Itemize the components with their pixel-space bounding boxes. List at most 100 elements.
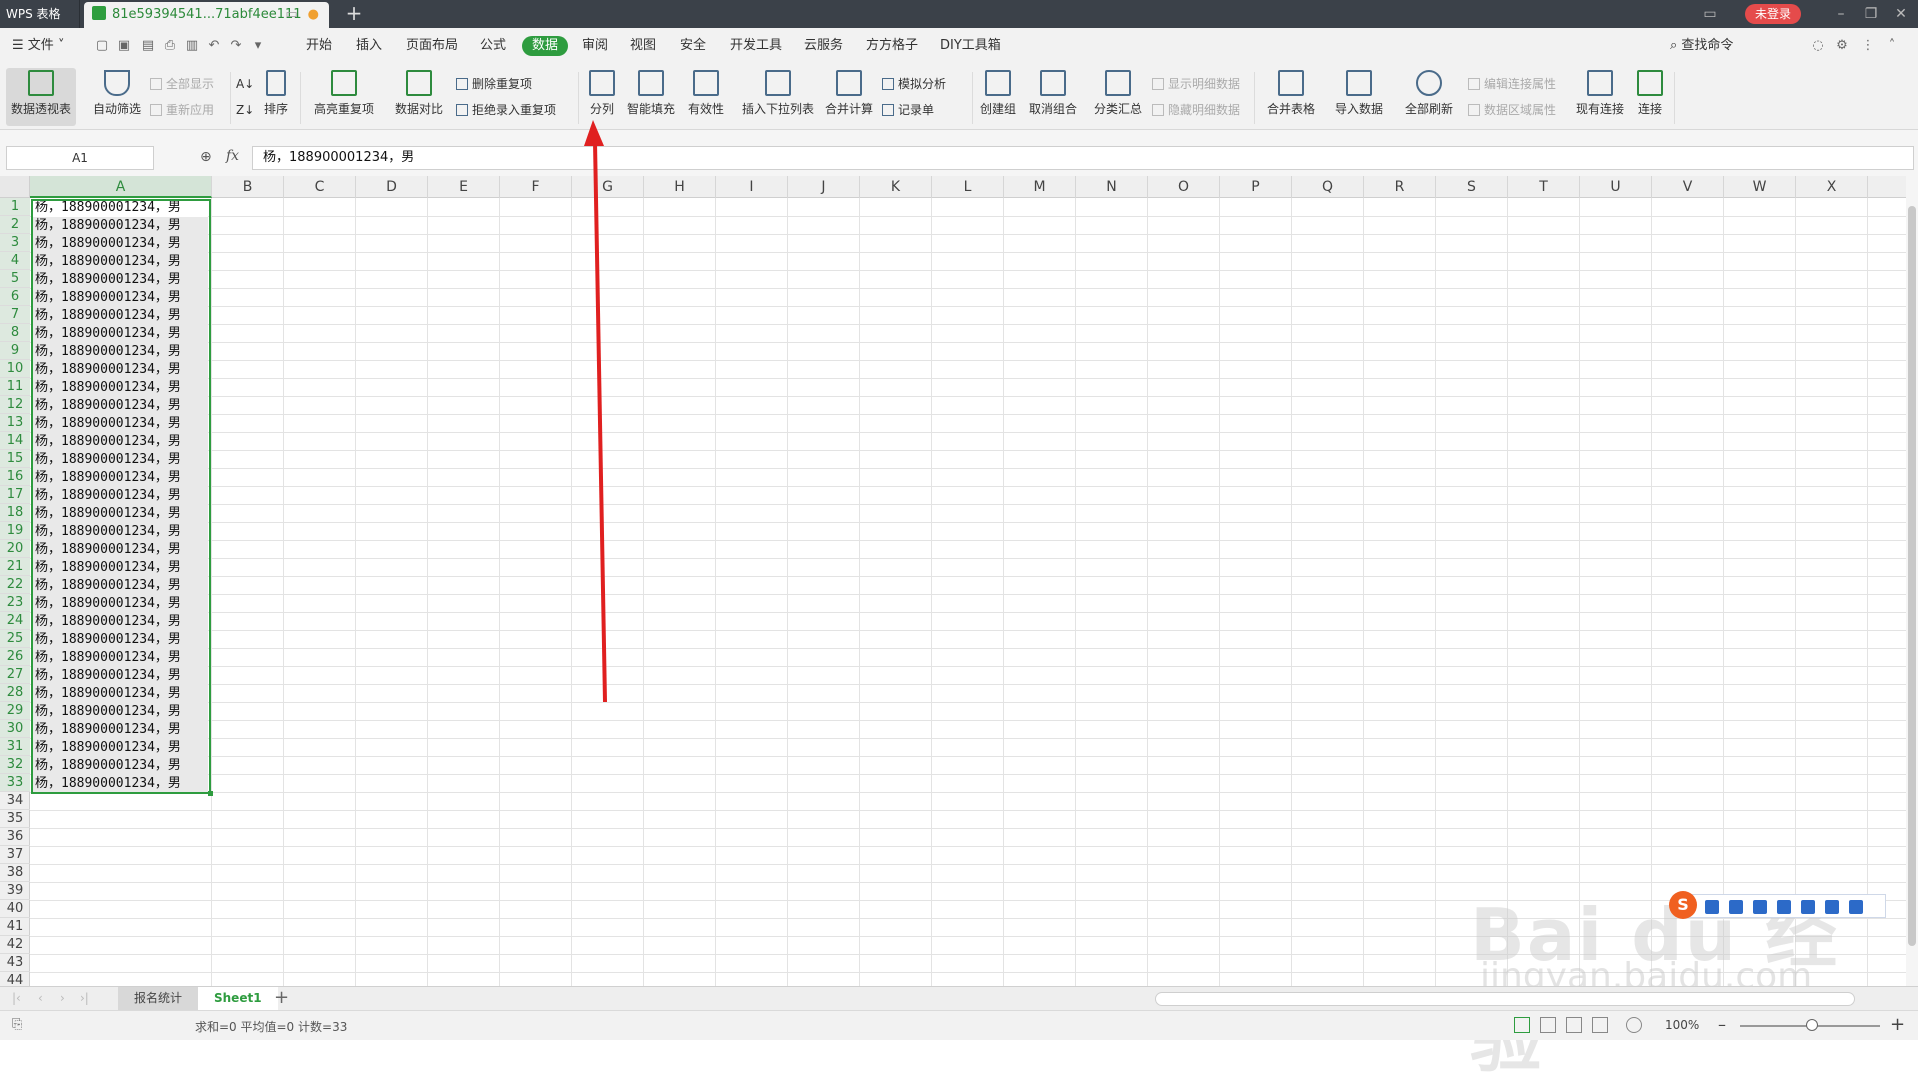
cell-a27[interactable]: 杨，188900001234，男 (32, 667, 208, 685)
menu-data[interactable]: 数据 (522, 36, 569, 56)
import-data-button[interactable]: 导入数据 (1328, 68, 1390, 126)
cell-a5[interactable]: 杨，188900001234，男 (32, 271, 208, 289)
last-sheet-icon[interactable]: ›| (80, 991, 89, 1005)
page-layout-view-icon[interactable] (1540, 1017, 1556, 1033)
reapply-button[interactable]: 重新应用 (150, 100, 214, 120)
ime-tools-icon[interactable] (1849, 900, 1863, 914)
pivot-table-button[interactable]: 数据透视表 (6, 68, 76, 126)
ime-mic-icon[interactable] (1753, 900, 1767, 914)
row-header[interactable]: 10 (0, 360, 30, 378)
row-header[interactable]: 5 (0, 270, 30, 288)
column-header-j[interactable]: J (788, 176, 860, 198)
menu-developer[interactable]: 开发工具 (724, 36, 788, 56)
column-header-n[interactable]: N (1076, 176, 1148, 198)
column-header-f[interactable]: F (500, 176, 572, 198)
next-sheet-icon[interactable]: › (60, 991, 65, 1005)
ime-chinese-icon[interactable] (1705, 900, 1719, 914)
column-header-b[interactable]: B (212, 176, 284, 198)
record-form-button[interactable]: 记录单 (882, 100, 934, 120)
file-menu[interactable]: ☰ 文件 ˅ (6, 36, 70, 56)
cell-a17[interactable]: 杨，188900001234，男 (32, 487, 208, 505)
cell-a31[interactable]: 杨，188900001234，男 (32, 739, 208, 757)
document-tab[interactable]: 81e59394541...71abf4ee111 ▭ ● (84, 2, 329, 28)
cell-a4[interactable]: 杨，188900001234，男 (32, 253, 208, 271)
command-search[interactable]: ⌕ 查找命令 (1664, 36, 1739, 56)
app-tab[interactable]: WPS 表格 (0, 0, 80, 28)
export-pdf-icon[interactable]: ▤ (140, 38, 156, 54)
row-header[interactable]: 11 (0, 378, 30, 396)
column-header-d[interactable]: D (356, 176, 428, 198)
row-header[interactable]: 22 (0, 576, 30, 594)
column-header-q[interactable]: Q (1292, 176, 1364, 198)
cell-a22[interactable]: 杨，188900001234，男 (32, 577, 208, 595)
vertical-scroll-thumb[interactable] (1908, 206, 1916, 946)
monitor-icon[interactable]: ▭ (285, 7, 297, 22)
show-detail-button[interactable]: 显示明细数据 (1152, 74, 1240, 94)
cell-a28[interactable]: 杨，188900001234，男 (32, 685, 208, 703)
undo-icon[interactable]: ↶ (206, 38, 222, 54)
row-header[interactable]: 28 (0, 684, 30, 702)
merge-tables-button[interactable]: 合并表格 (1260, 68, 1322, 126)
row-header[interactable]: 12 (0, 396, 30, 414)
select-all-corner[interactable] (0, 176, 30, 198)
cell-a6[interactable]: 杨，188900001234，男 (32, 289, 208, 307)
data-range-button[interactable]: 数据区域属性 (1468, 100, 1556, 120)
print-preview-icon[interactable]: ▥ (184, 38, 200, 54)
menu-diy-toolbox[interactable]: DIY工具箱 (934, 36, 1007, 56)
first-sheet-icon[interactable]: |‹ (12, 991, 21, 1005)
sheet-tab-baoming[interactable]: 报名统计 (118, 987, 199, 1010)
cell-a21[interactable]: 杨，188900001234，男 (32, 559, 208, 577)
row-header[interactable]: 40 (0, 900, 30, 918)
row-header[interactable]: 7 (0, 306, 30, 324)
column-header-o[interactable]: O (1148, 176, 1220, 198)
save-icon[interactable]: ▣ (116, 38, 132, 54)
validity-button[interactable]: 有效性 (682, 68, 730, 126)
zoom-level[interactable]: 100% (1665, 1018, 1699, 1032)
cell-a25[interactable]: 杨，188900001234，男 (32, 631, 208, 649)
menu-home[interactable]: 开始 (300, 36, 338, 56)
column-header-w[interactable]: W (1724, 176, 1796, 198)
menu-security[interactable]: 安全 (674, 36, 712, 56)
redo-icon[interactable]: ↷ (228, 38, 244, 54)
row-header[interactable]: 44 (0, 972, 30, 986)
column-header-g[interactable]: G (572, 176, 644, 198)
column-header-p[interactable]: P (1220, 176, 1292, 198)
column-header-r[interactable]: R (1364, 176, 1436, 198)
row-header[interactable]: 35 (0, 810, 30, 828)
cell-a24[interactable]: 杨，188900001234，男 (32, 613, 208, 631)
cell-a26[interactable]: 杨，188900001234，男 (32, 649, 208, 667)
insert-dropdown-button[interactable]: 插入下拉列表 (738, 68, 818, 126)
minimize-icon[interactable]: – (1826, 0, 1856, 28)
row-header[interactable]: 38 (0, 864, 30, 882)
row-header[interactable]: 32 (0, 756, 30, 774)
row-header[interactable]: 25 (0, 630, 30, 648)
menu-view[interactable]: 视图 (624, 36, 662, 56)
column-header-s[interactable]: S (1436, 176, 1508, 198)
zoom-in-icon[interactable]: + (1890, 1014, 1905, 1035)
row-header[interactable]: 42 (0, 936, 30, 954)
cell-a13[interactable]: 杨，188900001234，男 (32, 415, 208, 433)
row-header[interactable]: 36 (0, 828, 30, 846)
column-header-a[interactable]: A (30, 176, 212, 198)
smart-fill-button[interactable]: 智能填充 (624, 68, 678, 126)
column-header-x[interactable]: X (1796, 176, 1868, 198)
customize-icon[interactable]: ▾ (250, 38, 266, 54)
column-header-v[interactable]: V (1652, 176, 1724, 198)
cell-a1[interactable]: 杨，188900001234，男 (32, 199, 208, 217)
cell-a30[interactable]: 杨，188900001234，男 (32, 721, 208, 739)
subtotal-button[interactable]: 分类汇总 (1090, 68, 1146, 126)
zoom-out-icon[interactable]: – (1718, 1015, 1726, 1034)
ime-toolbar[interactable]: S (1669, 891, 1886, 919)
row-header[interactable]: 14 (0, 432, 30, 450)
comment-icon[interactable]: ◌ (1810, 38, 1826, 54)
row-header[interactable]: 15 (0, 450, 30, 468)
open-folder-icon[interactable]: ▢ (94, 38, 110, 54)
cell-a2[interactable]: 杨，188900001234，男 (32, 217, 208, 235)
ungroup-button[interactable]: 取消组合 (1024, 68, 1082, 126)
row-header[interactable]: 20 (0, 540, 30, 558)
sheet-tab-sheet1[interactable]: Sheet1 (198, 987, 278, 1010)
connect-button[interactable]: 连接 (1632, 68, 1668, 126)
ime-user-icon[interactable] (1801, 900, 1815, 914)
sort-asc-icon[interactable]: A↓ (236, 74, 254, 94)
prev-sheet-icon[interactable]: ‹ (38, 991, 43, 1005)
